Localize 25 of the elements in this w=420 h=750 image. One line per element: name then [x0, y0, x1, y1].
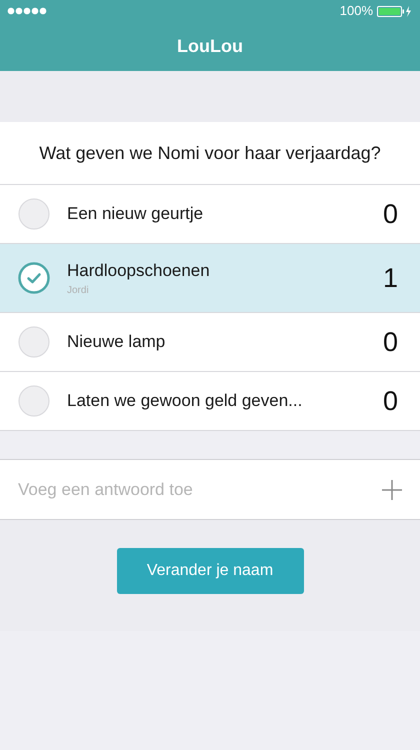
vote-count: 0 — [382, 198, 398, 231]
empty-circle-icon — [18, 198, 50, 230]
vote-count: 1 — [382, 262, 398, 295]
signal-icon — [7, 7, 47, 15]
empty-circle-icon — [18, 326, 50, 358]
checkmark-circle-icon — [18, 262, 50, 294]
question-text: Wat geven we Nomi voor haar verjaardag? — [39, 142, 381, 165]
answer-option[interactable]: Nieuwe lamp 0 — [0, 313, 420, 372]
vote-count: 0 — [382, 384, 398, 418]
battery-percentage: 100% — [340, 2, 373, 20]
empty-circle-icon — [18, 385, 50, 417]
add-answer-bar[interactable]: Voeg een antwoord toe — [0, 459, 420, 520]
answer-option[interactable]: Hardloopschoenen Jordi 1 — [0, 244, 420, 313]
voter-name: Jordi — [67, 284, 90, 298]
option-label: Laten we gewoon geld geven... — [67, 390, 304, 412]
app-title: LouLou — [177, 35, 243, 58]
vote-count: 0 — [382, 326, 398, 359]
option-label: Nieuwe lamp — [67, 331, 166, 354]
plus-icon[interactable] — [382, 480, 402, 500]
add-answer-field[interactable]: Voeg een antwoord toe — [18, 476, 382, 502]
option-label: Een nieuw geurtje — [67, 203, 204, 226]
battery-charging-icon — [377, 6, 413, 16]
option-label: Hardloopschoenen — [67, 260, 211, 282]
answer-option[interactable]: Laten we gewoon geld geven... 0 — [0, 372, 420, 431]
answer-option[interactable]: Een nieuw geurtje 0 — [0, 185, 420, 244]
